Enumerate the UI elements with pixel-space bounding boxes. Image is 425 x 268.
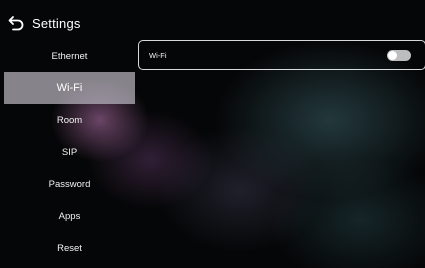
toggle-knob bbox=[388, 51, 397, 60]
wifi-toggle[interactable] bbox=[387, 50, 411, 61]
back-arrow-icon[interactable] bbox=[8, 14, 26, 32]
menu-item-sip[interactable]: SIP bbox=[4, 136, 135, 168]
page-title: Settings bbox=[32, 15, 81, 31]
settings-header: Settings bbox=[8, 14, 81, 32]
menu-item-ethernet[interactable]: Ethernet bbox=[4, 40, 135, 72]
menu-item-apps[interactable]: Apps bbox=[4, 200, 135, 232]
menu-item-reset[interactable]: Reset bbox=[4, 232, 135, 264]
settings-menu: Ethernet Wi-Fi Room SIP Password Apps Re… bbox=[4, 40, 135, 264]
wifi-setting-label: Wi-Fi bbox=[149, 50, 167, 60]
menu-item-wifi[interactable]: Wi-Fi bbox=[4, 72, 135, 104]
menu-item-password[interactable]: Password bbox=[4, 168, 135, 200]
menu-item-room[interactable]: Room bbox=[4, 104, 135, 136]
wifi-setting-row[interactable]: Wi-Fi bbox=[138, 40, 425, 70]
